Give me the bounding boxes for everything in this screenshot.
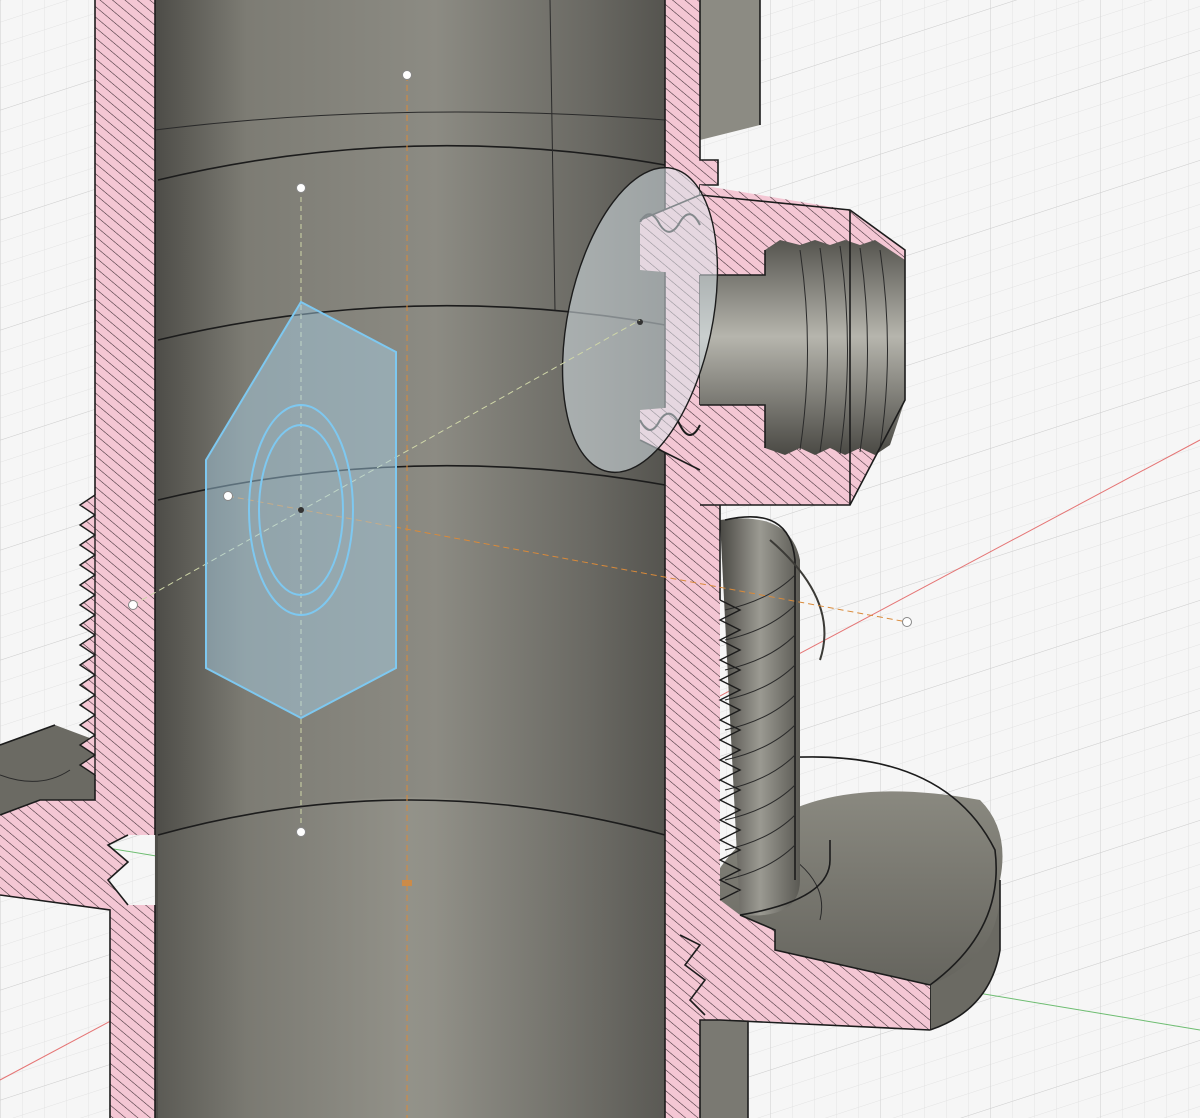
sketch-point <box>402 70 412 80</box>
origin-marker <box>402 880 412 886</box>
sketch-point <box>128 600 138 610</box>
sketch-point <box>296 183 306 193</box>
sketch-point <box>902 617 912 627</box>
cad-canvas[interactable] <box>0 0 1200 1118</box>
sketch-point <box>223 491 233 501</box>
cad-viewport[interactable] <box>0 0 1200 1118</box>
hex-center-point <box>298 507 304 513</box>
pipe-lower-stub <box>700 1020 749 1118</box>
sketch-point <box>296 827 306 837</box>
plane-center-point <box>637 319 643 325</box>
